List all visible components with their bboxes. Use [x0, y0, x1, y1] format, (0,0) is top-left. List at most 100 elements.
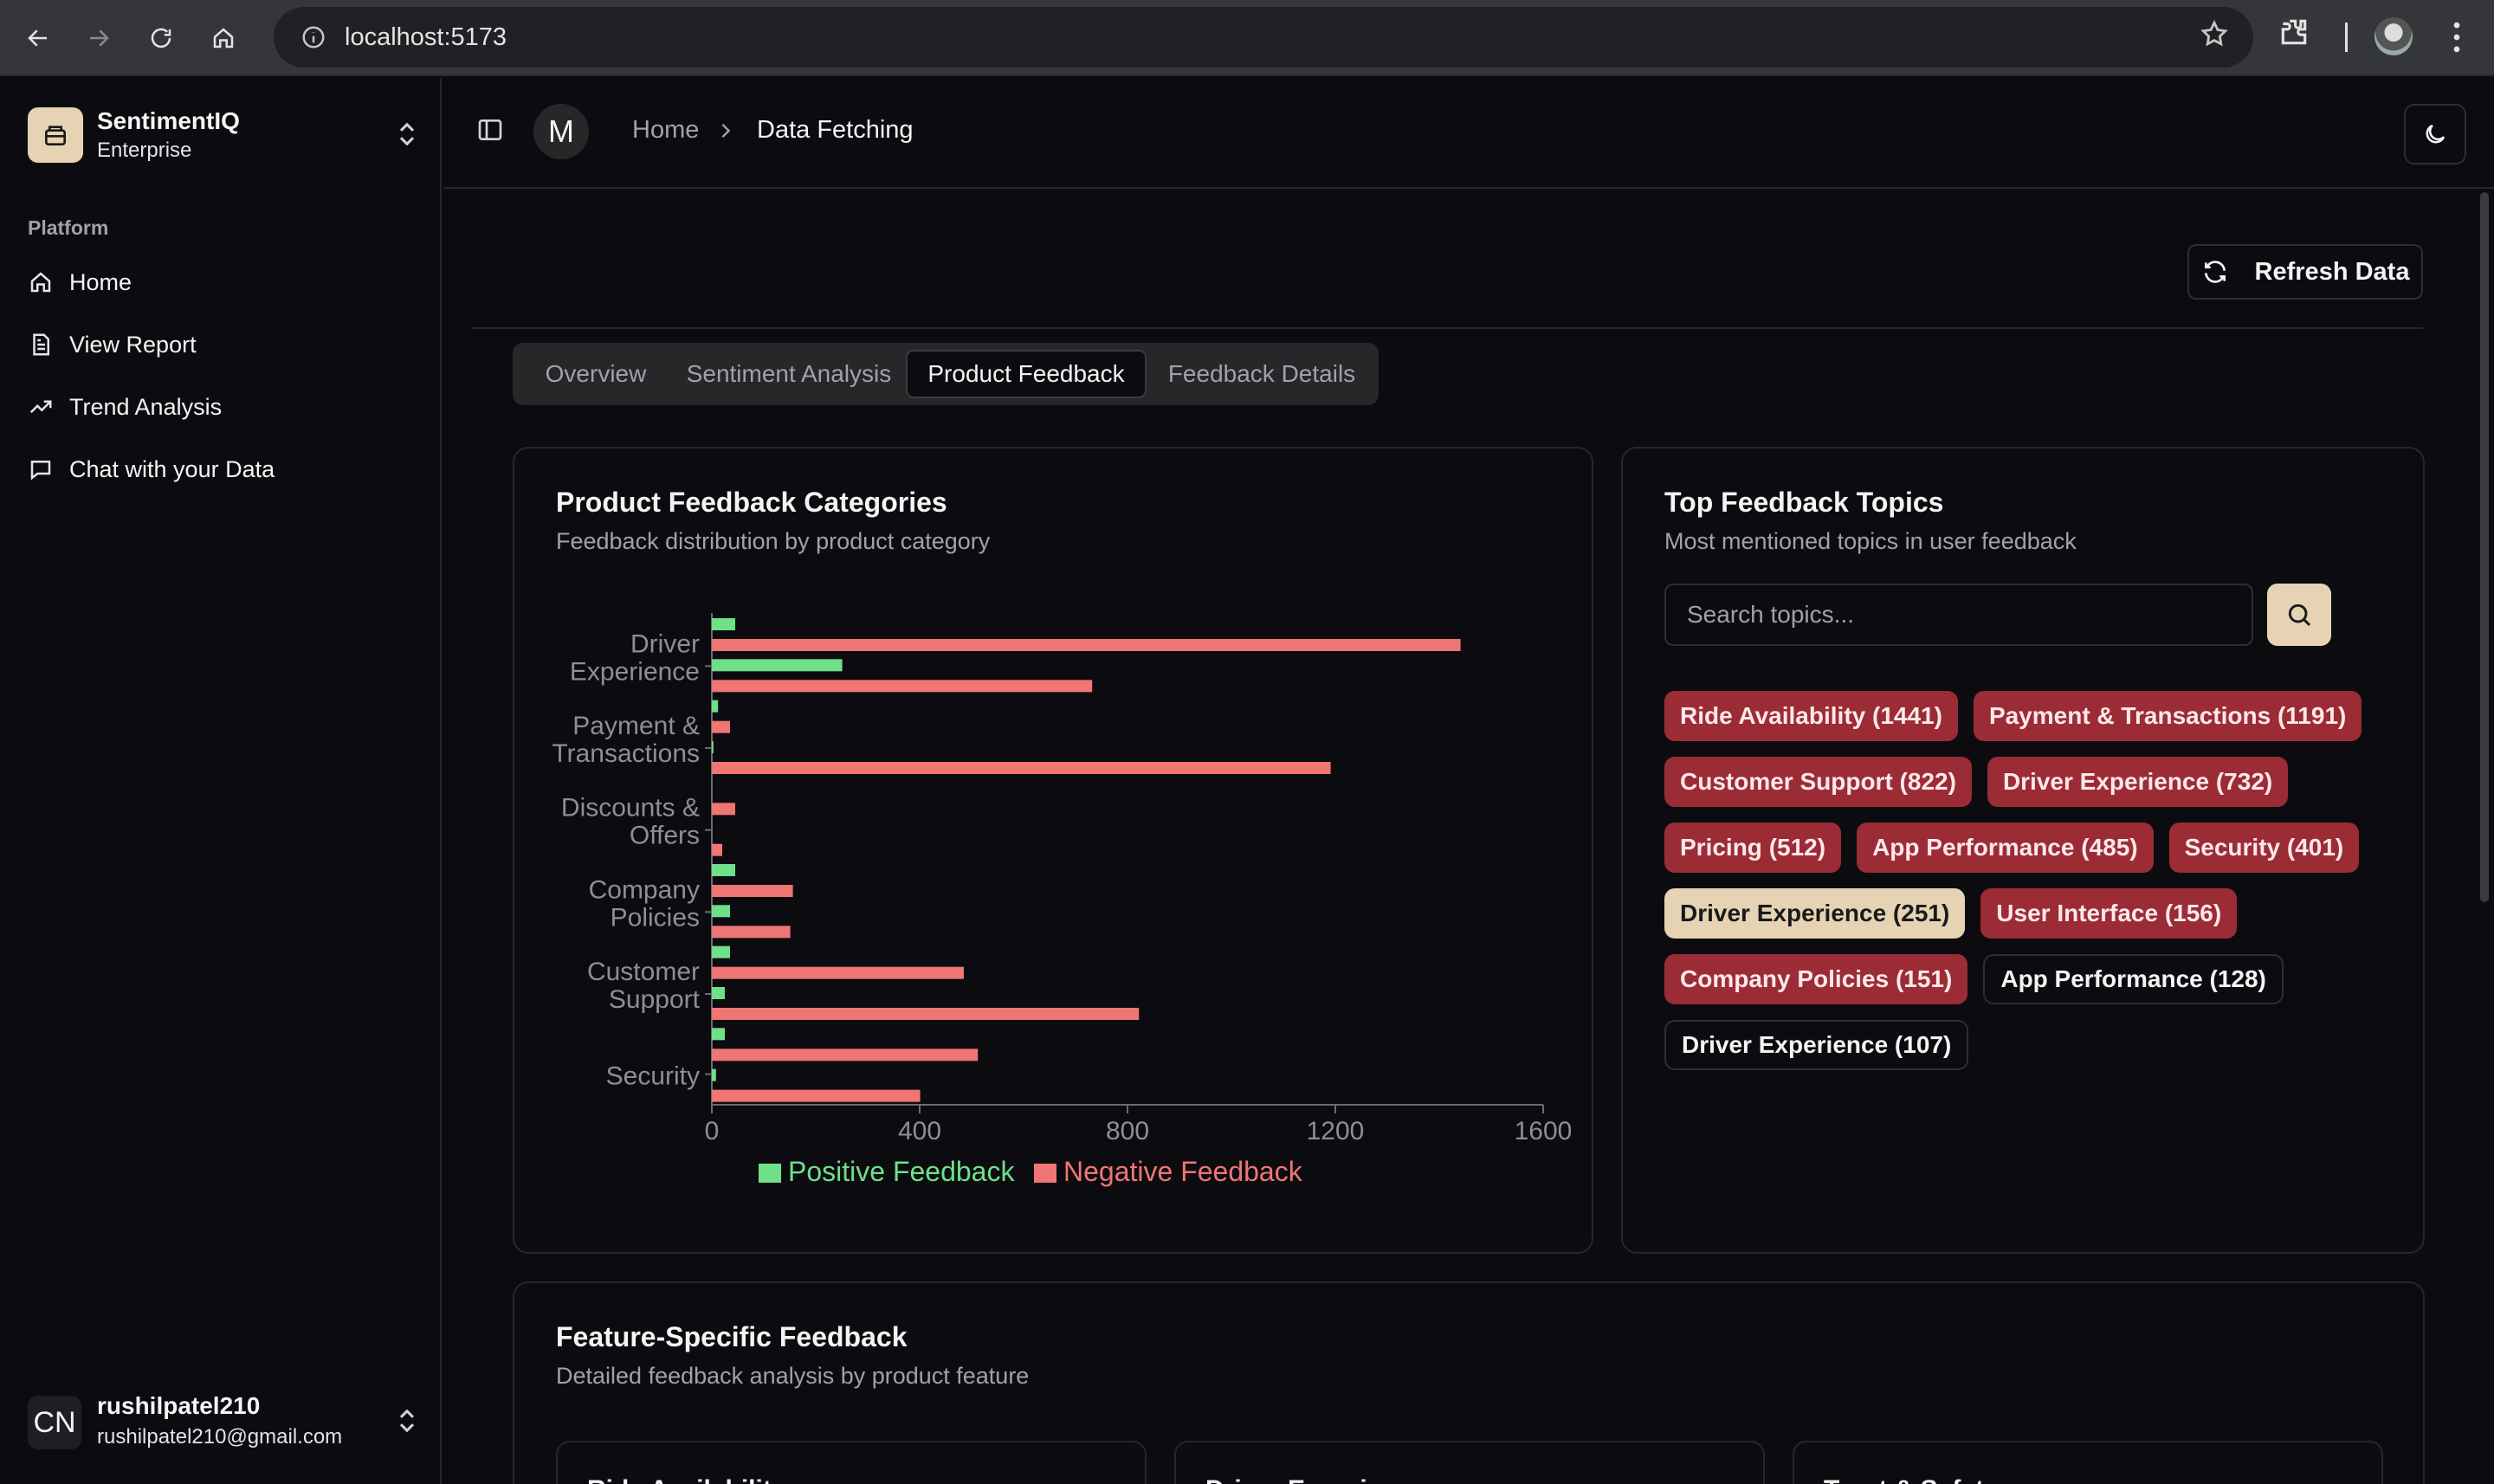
breadcrumb-current: Data Fetching — [757, 116, 914, 144]
bar-negative — [712, 843, 722, 856]
feature-sub-card[interactable]: Trust & Safety — [1793, 1441, 2383, 1484]
feedback-bar-chart: DriverExperience Payment &Transactions Dis… — [552, 613, 1572, 1187]
url-text[interactable]: localhost:5173 — [345, 23, 507, 52]
team-switcher[interactable]: SentimentIQ Enterprise — [26, 104, 424, 168]
feature-sub-card[interactable]: Ride Availability — [556, 1441, 1147, 1484]
chevrons-up-down-icon — [395, 1406, 419, 1440]
topic-chip[interactable]: Pricing (512) — [1664, 823, 1842, 873]
tabs-list: Overview Sentiment Analysis Product Feed… — [513, 343, 1379, 405]
topic-chip[interactable]: App Performance (128) — [1983, 954, 2284, 1004]
sidebar-item-home[interactable]: Home — [26, 256, 416, 308]
legend-label-negative: Negative Feedback — [1063, 1156, 1303, 1187]
chevrons-up-down-icon — [395, 119, 419, 153]
sidebar-item-trend-analysis[interactable]: Trend Analysis — [26, 381, 416, 433]
workspace-avatar[interactable]: M — [533, 104, 589, 159]
sidebar-toggle-icon[interactable] — [476, 116, 504, 148]
sidebar-item-chat[interactable]: Chat with your Data — [26, 443, 416, 495]
sidebar: SentimentIQ Enterprise Platform Home Vie… — [0, 78, 442, 1484]
x-tick-label: 400 — [898, 1117, 941, 1145]
y-tick-label: Driver — [630, 629, 700, 658]
refresh-icon — [2204, 261, 2226, 283]
user-name: rushilpatel210 — [97, 1392, 261, 1419]
reload-icon[interactable] — [139, 16, 184, 61]
extensions-icon[interactable] — [2278, 16, 2310, 53]
nav-section-label: Platform — [28, 216, 109, 239]
card-subtitle: Most mentioned topics in user feedback — [1664, 528, 2077, 554]
avatar: CN — [28, 1396, 81, 1449]
sidebar-item-label: Home — [69, 268, 132, 295]
bar-negative — [712, 1008, 1140, 1020]
site-info-icon[interactable] — [289, 13, 338, 61]
topic-chip[interactable]: Driver Experience (732) — [1987, 757, 2289, 807]
back-icon[interactable] — [16, 16, 61, 61]
file-icon — [26, 330, 55, 359]
tab-sentiment-analysis[interactable]: Sentiment Analysis — [672, 350, 906, 398]
breadcrumb-home[interactable]: Home — [632, 116, 699, 145]
x-tick-label: 1200 — [1307, 1117, 1365, 1145]
refresh-label: Refresh Data — [2254, 257, 2410, 286]
divider — [471, 327, 2423, 329]
moon-icon — [2426, 124, 2446, 144]
refresh-data-button[interactable]: Refresh Data — [2187, 244, 2423, 300]
bar-negative — [712, 1089, 921, 1102]
y-tick-label: Experience — [570, 657, 700, 686]
home-browser-icon[interactable] — [201, 16, 246, 61]
user-email: rushilpatel210@gmail.com — [97, 1425, 343, 1449]
y-tick-label: Payment & — [572, 712, 700, 740]
x-tick-label: 800 — [1106, 1117, 1149, 1145]
bar-negative — [712, 885, 793, 897]
topic-chip[interactable]: App Performance (485) — [1857, 823, 2154, 873]
bar-negative — [712, 639, 1461, 651]
home-icon — [26, 268, 55, 297]
forward-icon[interactable] — [76, 16, 121, 61]
profile-avatar[interactable] — [2374, 17, 2413, 55]
categories-card: Product Feedback Categories Feedback dis… — [513, 447, 1593, 1254]
toolbar-separator — [2345, 23, 2348, 52]
bar-positive — [712, 1068, 716, 1081]
feature-sub-card-title: Trust & Safety — [1824, 1475, 1999, 1484]
scrollbar-thumb[interactable] — [2480, 192, 2489, 902]
search-button[interactable] — [2267, 584, 2331, 646]
topic-chip[interactable]: Payment & Transactions (1191) — [1973, 691, 2362, 741]
feature-sub-card-title: Ride Availability — [587, 1475, 786, 1484]
topic-chip[interactable]: Driver Experience (251) — [1664, 888, 1966, 939]
sidebar-item-label: Chat with your Data — [69, 455, 275, 482]
topic-chip[interactable]: Company Policies (151) — [1664, 954, 1968, 1004]
user-menu[interactable]: CN rushilpatel210 rushilpatel210@gmail.c… — [26, 1387, 424, 1456]
chat-icon — [26, 455, 55, 484]
y-tick-label: Company — [589, 875, 700, 904]
y-tick-label: Support — [609, 985, 701, 1014]
topic-chip[interactable]: User Interface (156) — [1980, 888, 2238, 939]
address-bar[interactable]: localhost:5173 — [274, 7, 2253, 68]
tab-product-feedback[interactable]: Product Feedback — [906, 350, 1147, 398]
bookmark-star-icon[interactable] — [2200, 19, 2229, 53]
y-tick-label: Policies — [611, 903, 700, 932]
bar-negative — [712, 680, 1093, 693]
topic-chip[interactable]: Security (401) — [2168, 823, 2360, 873]
bar-positive — [712, 945, 730, 958]
theme-toggle-button[interactable] — [2404, 104, 2466, 165]
bar-negative — [712, 1048, 979, 1061]
bar-negative — [712, 926, 791, 939]
y-tick-label: Discounts & — [561, 794, 700, 823]
search-topics-input[interactable] — [1664, 584, 2253, 646]
browser-toolbar: localhost:5173 — [0, 0, 2494, 76]
topic-chip[interactable]: Driver Experience (107) — [1664, 1020, 1969, 1070]
card-title: Top Feedback Topics — [1664, 487, 1944, 518]
tab-feedback-details[interactable]: Feedback Details — [1148, 350, 1375, 398]
feature-sub-card-title: Driver Experience — [1205, 1475, 1426, 1484]
browser-menu-icon[interactable] — [2442, 16, 2471, 63]
search-icon — [2288, 603, 2311, 627]
y-tick-label: Transactions — [552, 739, 700, 768]
topic-chip[interactable]: Ride Availability (1441) — [1664, 691, 1958, 741]
bar-positive — [712, 741, 714, 753]
y-tick-label: Customer — [587, 958, 700, 986]
tab-overview[interactable]: Overview — [520, 350, 672, 398]
sidebar-item-view-report[interactable]: View Report — [26, 319, 416, 371]
chevron-right-icon — [715, 118, 736, 148]
feature-sub-card[interactable]: Driver Experience — [1174, 1441, 1765, 1484]
bar-positive — [712, 700, 719, 713]
topics-card: Top Feedback Topics Most mentioned topic… — [1621, 447, 2425, 1254]
topic-chip[interactable]: Customer Support (822) — [1664, 757, 1972, 807]
brand-plan: Enterprise — [97, 139, 192, 162]
